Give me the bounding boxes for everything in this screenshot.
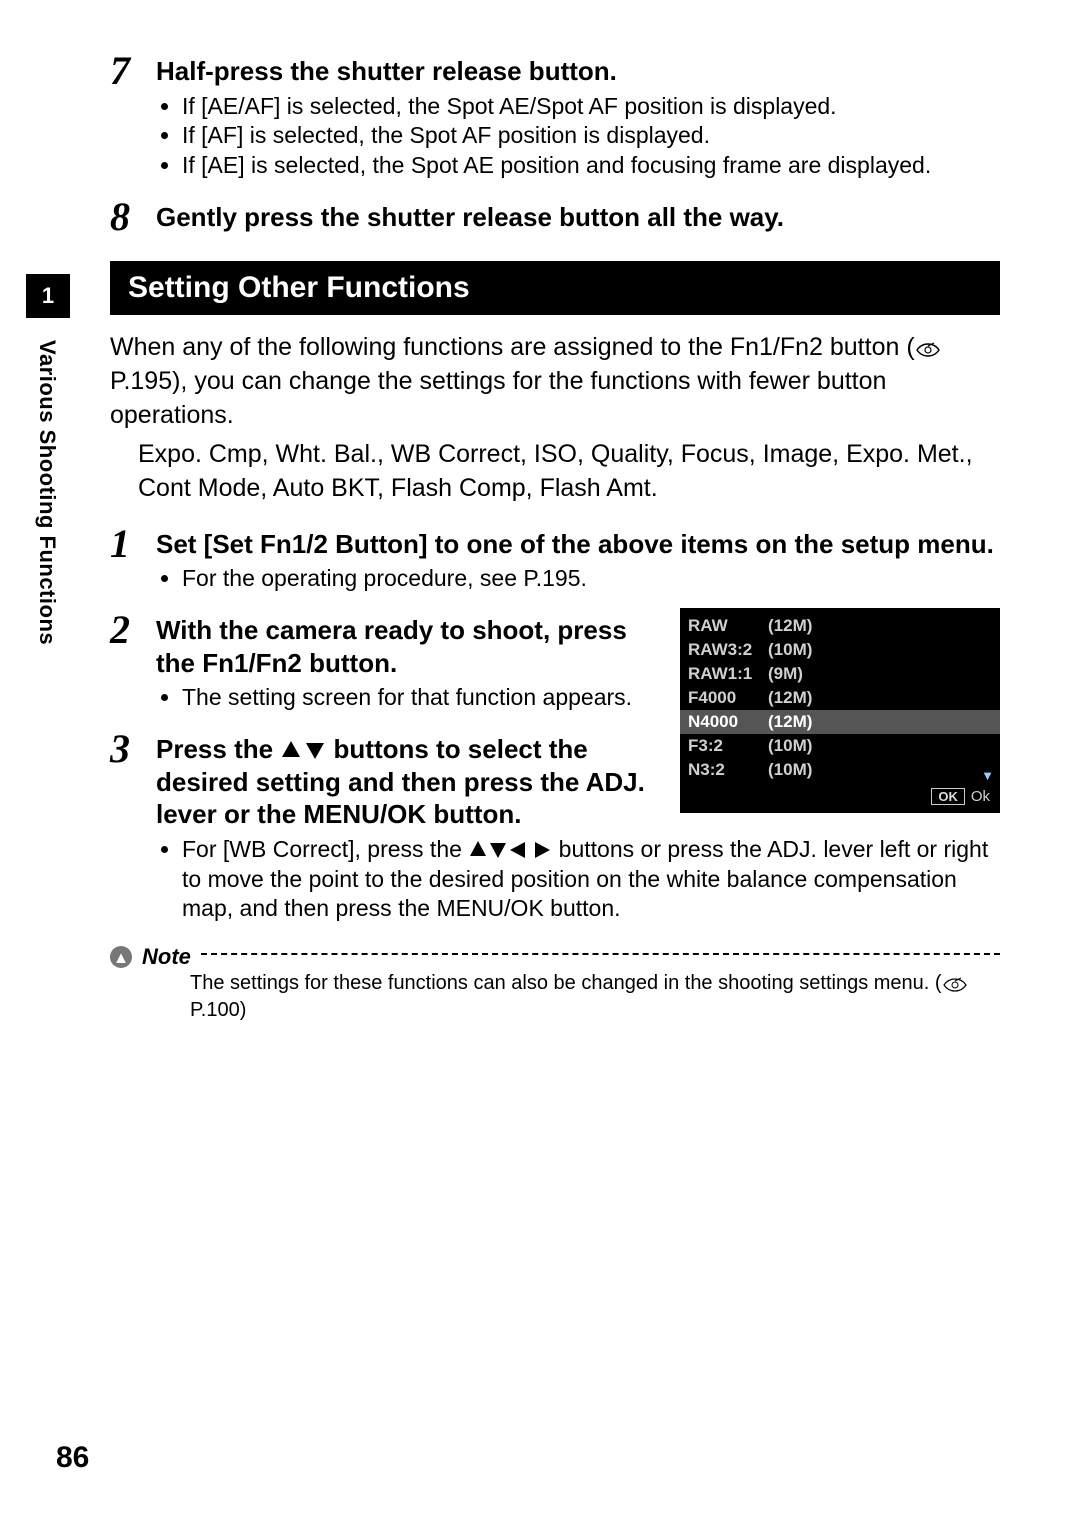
- page-number: 86: [56, 1441, 89, 1475]
- bullet-item: The setting screen for that function app…: [182, 683, 656, 713]
- lcd-row: F3:2(10M): [680, 734, 1000, 758]
- section-heading: Setting Other Functions: [110, 261, 1000, 315]
- intro-text: When any of the following functions are …: [110, 333, 915, 361]
- up-down-arrows-icon: [280, 734, 326, 764]
- step-bullets: For the operating procedure, see P.195.: [174, 564, 1000, 594]
- bullet-item: For the operating procedure, see P.195.: [182, 564, 1000, 594]
- step-title: Set [Set Fn1/2 Button] to one of the abo…: [156, 528, 1000, 561]
- lcd-row: N3:2(10M)▼: [680, 758, 1000, 782]
- camera-lcd-preview: RAW(12M) RAW3:2(10M) RAW1:1(9M) F4000(12…: [680, 608, 1000, 813]
- substep-2: 2 With the camera ready to shoot, press …: [110, 610, 656, 723]
- lcd-row: RAW1:1(9M): [680, 662, 1000, 686]
- ok-label: Ok: [971, 788, 990, 805]
- note-dashes: [201, 953, 1000, 955]
- scroll-down-icon: ▼: [981, 768, 994, 783]
- step-8: 8 Gently press the shutter release butto…: [110, 197, 1000, 237]
- reference-icon: [942, 971, 968, 987]
- manual-page: 1 Various Shooting Functions 7 Half-pres…: [0, 0, 1080, 1521]
- note-bullet-icon: [110, 946, 132, 968]
- step-title: With the camera ready to shoot, press th…: [156, 614, 656, 679]
- intro-paragraph: When any of the following functions are …: [110, 331, 1000, 432]
- lcd-row: RAW3:2(10M): [680, 638, 1000, 662]
- four-way-arrows-icon: [468, 836, 552, 862]
- step-bullets: If [AE/AF] is selected, the Spot AE/Spot…: [174, 92, 1000, 182]
- lcd-row: RAW(12M): [680, 614, 1000, 638]
- step-title: Gently press the shutter release button …: [156, 201, 1000, 234]
- step-title: Press the buttons to select the desired …: [156, 733, 656, 831]
- lcd-footer: OK Ok: [680, 782, 1000, 813]
- bullet-item: If [AE/AF] is selected, the Spot AE/Spot…: [182, 92, 1000, 122]
- chapter-title-vertical: Various Shooting Functions: [34, 340, 60, 645]
- chapter-tab: 1: [26, 274, 70, 318]
- note-heading-row: Note: [110, 944, 1000, 970]
- note-text: The settings for these functions can als…: [190, 970, 1000, 1024]
- bullet-item: If [AF] is selected, the Spot AF positio…: [182, 121, 1000, 151]
- lcd-row: F4000(12M): [680, 686, 1000, 710]
- step-title: Half-press the shutter release button.: [156, 55, 1000, 88]
- step-number: 8: [110, 197, 150, 237]
- substep-1: 1 Set [Set Fn1/2 Button] to one of the a…: [110, 524, 1000, 604]
- substep-2-row: 2 With the camera ready to shoot, press …: [110, 604, 1000, 830]
- reference-icon: [915, 332, 941, 348]
- step-number: 1: [110, 524, 150, 564]
- bullet-item: If [AE] is selected, the Spot AE positio…: [182, 151, 1000, 181]
- note-label: Note: [142, 944, 191, 970]
- step-7: 7 Half-press the shutter release button.…: [110, 51, 1000, 191]
- intro-ref: P.195: [110, 367, 172, 395]
- chapter-number: 1: [42, 283, 54, 309]
- intro-function-list: Expo. Cmp, Wht. Bal., WB Correct, ISO, Q…: [138, 438, 1000, 506]
- ok-button-icon: OK: [931, 788, 965, 805]
- bullet-item: For [WB Correct], press the buttons or p…: [182, 835, 1000, 925]
- substep-3: 3 Press the buttons to select the desire…: [110, 729, 656, 831]
- page-content: 7 Half-press the shutter release button.…: [110, 51, 1000, 1024]
- step-bullets: For [WB Correct], press the buttons or p…: [174, 835, 1000, 925]
- step-number: 7: [110, 51, 150, 91]
- step-number: 3: [110, 729, 150, 769]
- intro-text: ), you can change the settings for the f…: [110, 367, 886, 429]
- step-bullets: The setting screen for that function app…: [174, 683, 656, 713]
- lcd-row-selected: N4000(12M): [680, 710, 1000, 734]
- step-number: 2: [110, 610, 150, 650]
